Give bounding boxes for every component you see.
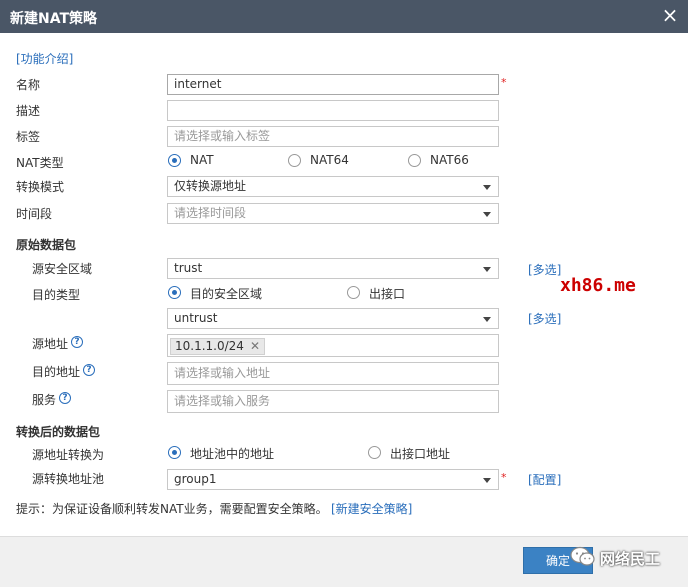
translate-pool-label: 地址池中的地址 [190, 447, 275, 461]
nat-type-nat64-radio[interactable] [288, 154, 301, 167]
dialog-title: 新建NAT策略 [10, 11, 98, 27]
src-zone-multiselect-link[interactable]: [多选] [528, 261, 561, 278]
nat-type-nat66-radio[interactable] [408, 154, 421, 167]
mode-select[interactable]: 仅转换源地址 [167, 176, 499, 197]
dst-zone-multiselect-link[interactable]: [多选] [528, 310, 561, 327]
src-zone-label: 源安全区域 [32, 262, 93, 276]
wechat-watermark: 网络民工 [600, 550, 661, 568]
service-help-icon[interactable]: ? [59, 392, 71, 404]
mode-label: 转换模式 [16, 180, 65, 194]
src-addr-help-icon[interactable]: ? [71, 336, 83, 348]
translated-packet-heading: 转换后的数据包 [16, 425, 101, 439]
nat-type-nat66-label: NAT66 [430, 153, 469, 167]
name-input[interactable]: internet [167, 74, 499, 95]
service-input[interactable]: 请选择或输入服务 [167, 390, 499, 413]
required-mark: * [501, 76, 507, 89]
translate-interface-label: 出接口地址 [390, 447, 451, 461]
src-zone-value: trust [174, 261, 203, 275]
dst-type-zone-radio[interactable] [168, 286, 181, 299]
hint-text: 提示：为保证设备顺利转发NAT业务，需要配置安全策略。 [16, 502, 328, 516]
desc-input[interactable] [167, 100, 499, 121]
pool-label: 源转换地址池 [32, 472, 105, 486]
wechat-logo-icon [570, 546, 596, 568]
service-label: 服务 [32, 393, 57, 407]
site-watermark: xh86.me [560, 275, 636, 296]
src-addr-tag: 10.1.1.0/24 ✕ [170, 338, 265, 355]
dst-addr-label: 目的地址 [32, 365, 81, 379]
nat-type-nat-label: NAT [190, 153, 214, 167]
dst-type-label: 目的类型 [32, 288, 81, 302]
mode-select-value: 仅转换源地址 [174, 179, 247, 193]
src-addr-tag-text: 10.1.1.0/24 [175, 339, 244, 353]
pool-required-mark: * [501, 471, 507, 484]
translate-to-label: 源地址转换为 [32, 448, 105, 462]
time-select-placeholder: 请选择时间段 [174, 206, 247, 220]
src-addr-label: 源地址 [32, 337, 69, 351]
new-security-policy-link[interactable]: [新建安全策略] [331, 500, 412, 517]
pool-value: group1 [174, 472, 217, 486]
dst-zone-select[interactable]: untrust [167, 308, 499, 329]
dst-addr-help-icon[interactable]: ? [83, 364, 95, 376]
tag-input[interactable]: 请选择或输入标签 [167, 126, 499, 147]
time-select[interactable]: 请选择时间段 [167, 203, 499, 224]
dialog-titlebar: 新建NAT策略 × [0, 0, 688, 33]
dst-type-interface-label: 出接口 [369, 287, 406, 301]
translate-interface-radio[interactable] [368, 446, 381, 459]
dst-zone-value: untrust [174, 311, 218, 325]
name-label: 名称 [16, 78, 41, 92]
src-zone-select[interactable]: trust [167, 258, 499, 279]
nat-type-label: NAT类型 [16, 156, 64, 170]
dst-type-interface-radio[interactable] [347, 286, 360, 299]
src-addr-input[interactable]: 10.1.1.0/24 ✕ [167, 334, 499, 357]
nat-type-nat64-label: NAT64 [310, 153, 349, 167]
feature-intro-link[interactable]: [功能介绍] [16, 50, 73, 67]
time-label: 时间段 [16, 207, 53, 221]
pool-select[interactable]: group1 [167, 469, 499, 490]
dst-addr-input[interactable]: 请选择或输入地址 [167, 362, 499, 385]
pool-config-link[interactable]: [配置] [528, 471, 561, 488]
translate-pool-radio[interactable] [168, 446, 181, 459]
original-packet-heading: 原始数据包 [16, 238, 77, 252]
close-icon[interactable]: × [660, 5, 680, 25]
nat-type-nat-radio[interactable] [168, 154, 181, 167]
dst-type-zone-label: 目的安全区域 [190, 287, 263, 301]
desc-label: 描述 [16, 104, 41, 118]
tag-label: 标签 [16, 130, 41, 144]
tag-remove-icon[interactable]: ✕ [250, 339, 260, 353]
